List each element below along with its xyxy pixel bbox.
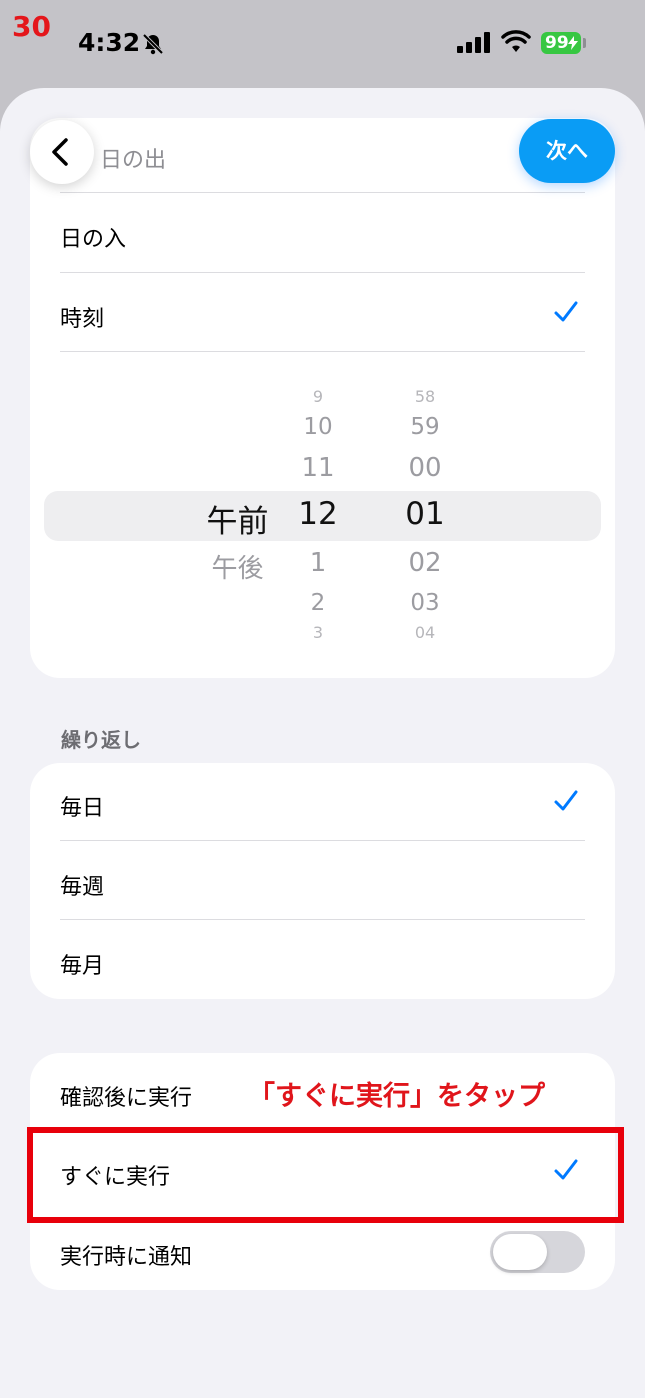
option-label: 毎日: [60, 796, 105, 821]
battery-tip: [583, 38, 586, 48]
cellular-signal-icon: [457, 32, 490, 53]
picker-minute-option[interactable]: 59: [385, 414, 465, 440]
wifi-icon: [501, 30, 531, 52]
repeat-option-monthly[interactable]: 毎月: [60, 948, 585, 980]
toggle-knob: [493, 1234, 547, 1270]
option-label: 毎週: [60, 875, 105, 900]
picker-hour-option[interactable]: 10: [278, 414, 358, 440]
picker-hour-selected[interactable]: 12: [278, 496, 358, 532]
picker-minute-option[interactable]: 58: [385, 387, 465, 406]
picker-period-option[interactable]: 午後: [190, 548, 285, 585]
time-card: 日の出 日の入 時刻 午前 午後 9 10 11 12 1 2 3 58 59 …: [30, 118, 615, 678]
picker-hour-option[interactable]: 1: [278, 548, 358, 578]
picker-hour-option[interactable]: 11: [278, 453, 358, 483]
picker-minute-option[interactable]: 04: [385, 623, 465, 642]
option-label: 毎月: [60, 954, 105, 979]
repeat-option-weekly[interactable]: 毎週: [60, 869, 585, 901]
checkmark-icon: [554, 790, 578, 811]
picker-hour-option[interactable]: 9: [278, 387, 358, 406]
next-button[interactable]: 次へ: [519, 119, 615, 183]
picker-minute-option[interactable]: 03: [385, 590, 465, 616]
option-label: 確認後に実行: [60, 1086, 193, 1111]
charging-bolt-icon: [568, 36, 578, 50]
bell-slash-icon: [142, 33, 164, 55]
picker-hour-option[interactable]: 2: [278, 590, 358, 616]
picker-minute-option[interactable]: 00: [385, 453, 465, 483]
annotation-label: 「すぐに実行」をタップ: [248, 1081, 545, 1112]
repeat-option-daily[interactable]: 毎日: [60, 790, 585, 822]
back-button[interactable]: [30, 120, 94, 184]
battery-indicator: 99: [541, 32, 581, 54]
battery-level: 99: [545, 33, 569, 53]
picker-minute-selected[interactable]: 01: [385, 496, 465, 532]
divider: [60, 840, 585, 841]
highlight-box: [27, 1127, 624, 1223]
picker-period-selected[interactable]: 午前: [190, 496, 285, 541]
repeat-card: 毎日 毎週 毎月: [30, 763, 615, 999]
picker-minute-option[interactable]: 02: [385, 548, 465, 578]
picker-hour-option[interactable]: 3: [278, 623, 358, 642]
notify-label: 実行時に通知: [60, 1245, 193, 1270]
time-picker[interactable]: 午前 午後 9 10 11 12 1 2 3 58 59 00 01 02 03…: [30, 118, 615, 678]
chevron-left-icon: [52, 138, 68, 166]
status-time: 4:32: [78, 28, 141, 57]
repeat-section-header: 繰り返し: [61, 728, 141, 752]
step-number: 30: [12, 10, 51, 43]
notify-toggle[interactable]: [490, 1231, 585, 1273]
divider: [60, 919, 585, 920]
